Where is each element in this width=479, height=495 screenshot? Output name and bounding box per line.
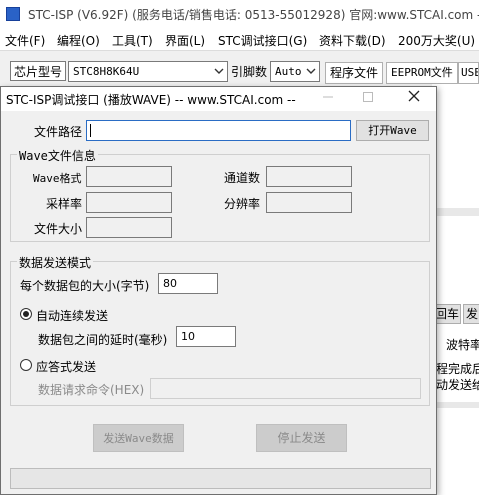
file-path-label: 文件路径 — [34, 125, 83, 139]
file-path-input[interactable] — [86, 120, 351, 141]
wave-info-title: Wave文件信息 — [17, 147, 98, 164]
packet-size-label: 每个数据包的大小(字节) — [20, 279, 150, 293]
wave-format-field — [86, 166, 172, 187]
menu-file[interactable]: 文件(F) — [5, 32, 45, 49]
menu-downloads[interactable]: 资料下载(D) — [319, 32, 386, 49]
chip-model-label: 芯片型号 — [10, 61, 66, 81]
text-cursor — [90, 124, 91, 137]
auto-send-radio[interactable] — [20, 308, 32, 320]
tab-program-file[interactable]: 程序文件 — [325, 62, 384, 84]
menu-interface[interactable]: 界面(L) — [165, 32, 205, 49]
progress-bar — [10, 468, 431, 489]
enter-button[interactable]: 回车 — [433, 304, 461, 324]
chip-toolbar: 芯片型号 STC8H8K64U 引脚数 Auto 程序文件 EEPROM文件 U… — [0, 52, 479, 84]
main-title-bar: STC-ISP (V6.92F) (服务电话/销售电话: 0513-550129… — [0, 0, 479, 28]
menu-bar: 文件(F) 编程(O) 工具(T) 界面(L) STC调试接口(G) 资料下载(… — [0, 28, 479, 51]
chevron-down-icon — [214, 68, 224, 74]
sample-rate-field — [86, 192, 172, 213]
tab-eeprom-file[interactable]: EEPROM文件 — [386, 62, 458, 84]
radio-selected-dot — [23, 311, 29, 317]
send-mode-title: 数据发送模式 — [17, 254, 94, 271]
pin-count-label: 引脚数 — [231, 65, 268, 79]
tab-usb[interactable]: USE — [458, 62, 479, 84]
answer-send-radio-label[interactable]: 应答式发送 — [36, 358, 96, 375]
chip-model-select[interactable]: STC8H8K64U — [68, 61, 228, 82]
chip-model-value: STC8H8K64U — [73, 65, 140, 78]
file-size-label: 文件大小 — [34, 222, 83, 236]
menu-program[interactable]: 编程(O) — [57, 32, 100, 49]
resolution-field — [266, 192, 352, 213]
pin-count-select[interactable]: Auto — [270, 61, 320, 82]
right-panel: 回车 发 波特率 程完成后 动发送给 — [432, 84, 479, 495]
close-icon — [408, 90, 420, 102]
channels-label: 通道数 — [224, 171, 261, 185]
answer-send-radio[interactable] — [20, 359, 32, 371]
pin-count-value: Auto — [275, 65, 302, 78]
dialog-title: STC-ISP调试接口 (播放WAVE) -- www.STCAI.com -- — [6, 93, 296, 107]
app-icon — [6, 7, 20, 21]
stop-send-button[interactable]: 停止发送 — [256, 424, 347, 452]
menu-debug-interface[interactable]: STC调试接口(G) — [218, 32, 307, 49]
channels-field — [266, 166, 352, 187]
minimize-button[interactable] — [313, 87, 343, 111]
maximize-icon — [363, 92, 373, 102]
open-wave-button[interactable]: 打开Wave — [356, 120, 429, 141]
wave-format-label: Wave格式 — [33, 172, 82, 185]
maximize-button[interactable] — [353, 87, 383, 111]
delay-label: 数据包之间的延时(毫秒) — [38, 333, 168, 347]
resolution-label: 分辨率 — [224, 197, 261, 211]
send-wave-button[interactable]: 发送Wave数据 — [93, 424, 184, 452]
sample-rate-label: 采样率 — [46, 197, 83, 211]
request-cmd-input[interactable] — [150, 378, 421, 399]
packet-size-input[interactable]: 80 — [158, 273, 218, 294]
file-size-field — [86, 217, 172, 238]
auto-send-label: 动发送给 — [436, 378, 479, 392]
auto-send-radio-label[interactable]: 自动连续发送 — [36, 307, 108, 324]
menu-tools[interactable]: 工具(T) — [112, 32, 153, 49]
baud-rate-label: 波特率 — [446, 338, 479, 352]
dialog-title-bar: STC-ISP调试接口 (播放WAVE) -- www.STCAI.com -- — [1, 87, 436, 111]
main-window-title: STC-ISP (V6.92F) (服务电话/销售电话: 0513-550129… — [28, 8, 479, 22]
send-button-partial[interactable]: 发 — [463, 304, 479, 324]
chevron-down-icon — [306, 68, 316, 74]
delay-input[interactable]: 10 — [176, 326, 236, 347]
close-button[interactable] — [399, 87, 429, 111]
menu-prize[interactable]: 200万大奖(U) — [398, 32, 475, 49]
request-cmd-label: 数据请求命令(HEX) — [38, 383, 145, 397]
wave-dialog: STC-ISP调试接口 (播放WAVE) -- www.STCAI.com --… — [0, 86, 437, 495]
minimize-icon — [323, 96, 333, 98]
after-program-label: 程完成后 — [436, 362, 479, 376]
